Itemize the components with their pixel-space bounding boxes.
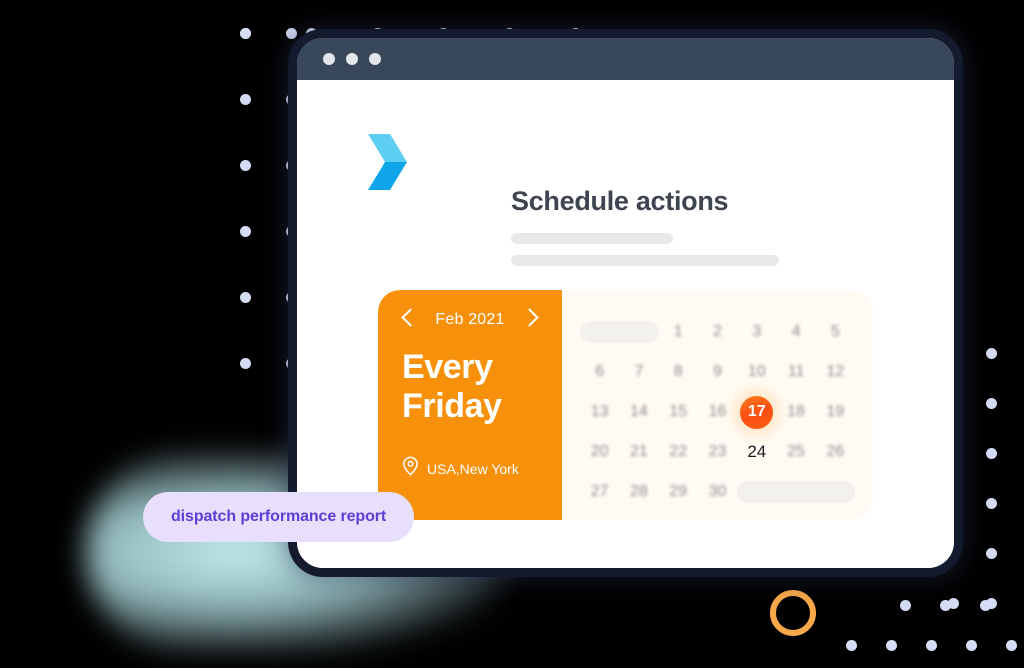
page-title: Schedule actions: [511, 186, 729, 216]
decorative-dot: [1006, 640, 1017, 651]
skeleton-line-1: [511, 233, 673, 244]
calendar-day[interactable]: 26: [826, 443, 844, 461]
decorative-dot: [980, 600, 991, 611]
calendar-day[interactable]: 23: [709, 443, 727, 461]
decorative-dot: [940, 600, 951, 611]
calendar-day[interactable]: 14: [630, 403, 648, 421]
dispatch-report-badge[interactable]: dispatch performance report: [143, 492, 415, 542]
screenshot-stage: Schedule actions Feb 2021 Every Friday U…: [0, 0, 1024, 668]
calendar-day[interactable]: 6: [595, 363, 604, 381]
chevron-logo-icon: [366, 133, 408, 191]
decorative-dot: [900, 600, 911, 611]
calendar-day[interactable]: 29: [669, 483, 687, 501]
calendar-day[interactable]: 16: [709, 403, 727, 421]
decorative-dot: [886, 640, 897, 651]
calendar-day[interactable]: 21: [630, 443, 648, 461]
calendar-placeholder-pill: [580, 321, 659, 343]
schedule-summary-panel: Feb 2021 Every Friday USA,New York: [378, 290, 562, 520]
calendar-day[interactable]: 8: [674, 363, 683, 381]
window-dot-minimize[interactable]: [346, 53, 358, 65]
decorative-dot: [240, 358, 251, 369]
month-label: Feb 2021: [435, 311, 505, 328]
month-navigator: Feb 2021: [378, 308, 562, 329]
calendar-day[interactable]: 28: [630, 483, 648, 501]
window-dot-maximize[interactable]: [369, 53, 381, 65]
calendar-day[interactable]: 24: [747, 442, 766, 462]
window-titlebar: [297, 38, 954, 80]
calendar-day[interactable]: 1: [674, 323, 683, 341]
calendar-day[interactable]: 15: [669, 403, 687, 421]
decorative-dot: [286, 28, 297, 39]
decorative-dot: [986, 348, 997, 359]
decorative-dot: [286, 292, 297, 303]
calendar-day[interactable]: 12: [826, 363, 844, 381]
calendar-day[interactable]: 18: [787, 403, 805, 421]
calendar-day[interactable]: 20: [591, 443, 609, 461]
calendar-placeholder-pill: [737, 481, 855, 503]
calendar-day[interactable]: 5: [831, 323, 840, 341]
browser-window: Schedule actions Feb 2021 Every Friday U…: [297, 38, 954, 568]
calendar-day[interactable]: 27: [591, 483, 609, 501]
calendar-day[interactable]: 2: [713, 323, 722, 341]
calendar-day[interactable]: 25: [787, 443, 805, 461]
chevron-right-icon[interactable]: [519, 308, 539, 329]
decorative-dot: [286, 160, 297, 171]
decorative-dot: [986, 448, 997, 459]
calendar-day[interactable]: 22: [669, 443, 687, 461]
decorative-dot: [286, 358, 297, 369]
decorative-dot: [926, 640, 937, 651]
schedule-card: Feb 2021 Every Friday USA,New York 1 2 3…: [378, 290, 873, 520]
recurrence-line-1: Every: [402, 348, 493, 386]
calendar-day[interactable]: 11: [788, 363, 805, 381]
map-pin-icon: [402, 456, 419, 481]
recurrence-label: Every Friday: [402, 348, 552, 426]
decorative-dot: [986, 548, 997, 559]
calendar-day[interactable]: 10: [748, 363, 766, 381]
decorative-dot: [240, 28, 251, 39]
skeleton-line-2: [511, 255, 779, 266]
calendar-day[interactable]: 30: [709, 483, 727, 501]
decorative-dot: [240, 160, 251, 171]
decorative-ring-icon: [770, 590, 816, 636]
calendar-grid: 1 2 3 4 5 6 7 8 9 10 11 12 13 14 15 16 17 18 19 20 21 22 23 24 2…: [580, 312, 855, 512]
decorative-dot: [240, 94, 251, 105]
decorative-dot: [286, 94, 297, 105]
location-label: USA,New York: [427, 460, 519, 477]
calendar-day[interactable]: 9: [713, 363, 722, 381]
window-dot-close[interactable]: [323, 53, 335, 65]
calendar: 1 2 3 4 5 6 7 8 9 10 11 12 13 14 15 16 17 18 19 20 21 22 23 24 2…: [562, 290, 873, 520]
decorative-dot: [986, 498, 997, 509]
location-row: USA,New York: [402, 456, 519, 481]
calendar-day[interactable]: 13: [591, 403, 609, 421]
chevron-left-icon[interactable]: [401, 308, 421, 329]
decorative-dot: [846, 640, 857, 651]
calendar-day-selected[interactable]: 17: [740, 395, 774, 429]
calendar-day[interactable]: 7: [634, 363, 643, 381]
calendar-day[interactable]: 4: [792, 323, 801, 341]
decorative-dot: [240, 292, 251, 303]
recurrence-line-2: Friday: [402, 387, 502, 425]
decorative-dot: [240, 226, 251, 237]
decorative-dot: [966, 640, 977, 651]
decorative-dot: [986, 398, 997, 409]
calendar-day[interactable]: 19: [826, 403, 844, 421]
calendar-day[interactable]: 3: [752, 323, 761, 341]
decorative-dot: [286, 226, 297, 237]
